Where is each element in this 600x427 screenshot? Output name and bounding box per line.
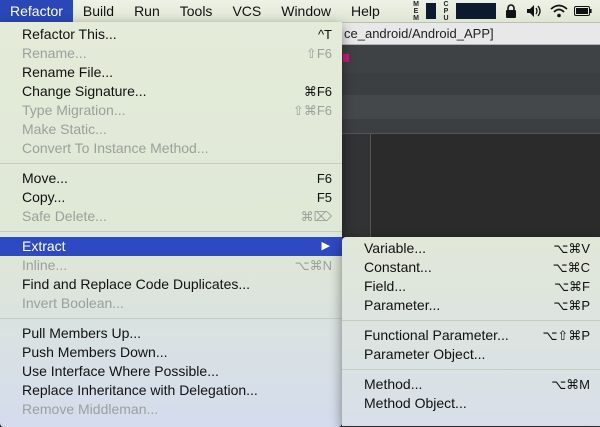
refactor-item-use-interface-where-possible[interactable]: Use Interface Where Possible... xyxy=(0,362,342,381)
refactor-menu: Refactor This... ^T Rename... ⇧F6 Rename Fil… xyxy=(0,22,342,427)
ide-window-title: ce_android/Android_APP] xyxy=(340,23,600,45)
extract-item-method[interactable]: Method... ⌥⌘M xyxy=(342,375,600,394)
menu-item-shortcut: ⌘⌦ xyxy=(300,209,332,224)
refactor-item-convert-to-instance-method: Convert To Instance Method... xyxy=(0,139,342,158)
menu-item-shortcut: ⌥⌘M xyxy=(551,377,590,392)
menu-item-label: Pull Members Up... xyxy=(22,325,142,341)
toolbar-icon[interactable] xyxy=(343,54,349,62)
status-area: MEM CPU xyxy=(412,0,600,22)
ide-breadcrumb-bar xyxy=(340,119,600,134)
menubar-refactor[interactable]: Refactor xyxy=(0,0,73,22)
menu-item-label: Use Interface Where Possible... xyxy=(22,363,219,379)
menubar-build[interactable]: Build xyxy=(73,0,124,22)
menu-item-label: Parameter... xyxy=(364,297,441,313)
refactor-item-inline: Inline... ⌥⌘N xyxy=(0,256,342,275)
menu-item-shortcut: ⌥⌘N xyxy=(294,258,332,273)
extract-item-method-object[interactable]: Method Object... xyxy=(342,394,600,413)
menu-item-shortcut: ⌥⌘V xyxy=(553,241,590,256)
menu-item-shortcut: ⌥⌘C xyxy=(552,260,590,275)
menu-item-shortcut: ⌥⌘F xyxy=(554,279,590,294)
submenu-arrow-icon: ▶ xyxy=(321,240,330,252)
lock-icon[interactable] xyxy=(502,2,520,20)
menu-item-shortcut: ⌥⇧⌘P xyxy=(542,328,590,343)
refactor-item-push-members-down[interactable]: Push Members Down... xyxy=(0,343,342,362)
refactor-item-copy[interactable]: Copy... F5 xyxy=(0,188,342,207)
menu-item-shortcut: F6 xyxy=(316,171,332,186)
refactor-item-find-and-replace-code-duplicates[interactable]: Find and Replace Code Duplicates... xyxy=(0,275,342,294)
menu-separator xyxy=(0,231,342,232)
menu-item-label: Safe Delete... xyxy=(22,208,107,224)
menubar-vcs[interactable]: VCS xyxy=(222,0,271,22)
menubar-tools[interactable]: Tools xyxy=(170,0,223,22)
mem-meter-label: MEM xyxy=(413,0,419,22)
menubar-window[interactable]: Window xyxy=(271,0,341,22)
refactor-item-change-signature[interactable]: Change Signature... ⌘F6 xyxy=(0,82,342,101)
menu-separator xyxy=(342,320,600,321)
menu-item-label: Rename File... xyxy=(22,64,114,80)
menubar-help[interactable]: Help xyxy=(341,0,390,22)
refactor-item-replace-inheritance-with-delegation[interactable]: Replace Inheritance with Delegation... xyxy=(0,381,342,400)
menu-item-label: Make Static... xyxy=(22,121,107,137)
menu-item-shortcut: ^T xyxy=(317,27,332,42)
menu-item-label: Functional Parameter... xyxy=(364,327,509,343)
menu-item-label: Convert To Instance Method... xyxy=(22,140,209,156)
menu-item-label: Move... xyxy=(22,170,68,186)
menubar-run[interactable]: Run xyxy=(124,0,170,22)
extract-item-parameter-object[interactable]: Parameter Object... xyxy=(342,345,600,364)
menu-item-shortcut: ⇧F6 xyxy=(305,46,332,61)
ide-toolbar xyxy=(340,45,600,74)
menu-item-label: Push Members Down... xyxy=(22,344,168,360)
menu-item-shortcut: ⌥⌘P xyxy=(553,298,590,313)
menu-item-label: Rename... xyxy=(22,45,87,61)
refactor-item-pull-members-up[interactable]: Pull Members Up... xyxy=(0,324,342,343)
menu-item-label: Copy... xyxy=(22,189,66,205)
refactor-item-rename: Rename... ⇧F6 xyxy=(0,44,342,63)
mem-meter-graph[interactable] xyxy=(426,3,436,19)
menu-item-label: Parameter Object... xyxy=(364,346,486,362)
wifi-icon[interactable] xyxy=(550,2,568,20)
menu-item-label: Invert Boolean... xyxy=(22,295,124,311)
refactor-item-remove-middleman: Remove Middleman... xyxy=(0,400,342,419)
cpu-meter-graph[interactable] xyxy=(456,3,496,19)
menu-item-shortcut: ⇧⌘F6 xyxy=(292,103,332,118)
menu-item-label: Refactor This... xyxy=(22,26,117,42)
menu-item-label: Type Migration... xyxy=(22,102,126,118)
battery-icon[interactable] xyxy=(574,2,592,20)
extract-submenu: Variable... ⌥⌘V Constant... ⌥⌘C Field... ⌥⌘F P… xyxy=(342,237,600,426)
refactor-item-safe-delete: Safe Delete... ⌘⌦ xyxy=(0,207,342,226)
refactor-item-invert-boolean: Invert Boolean... xyxy=(0,294,342,313)
menu-separator xyxy=(0,163,342,164)
refactor-item-move[interactable]: Move... F6 xyxy=(0,169,342,188)
menu-item-label: Method... xyxy=(364,376,423,392)
menu-item-shortcut: F5 xyxy=(316,190,332,205)
menu-item-label: Replace Inheritance with Delegation... xyxy=(22,382,258,398)
menu-item-label: Change Signature... xyxy=(22,83,147,99)
menu-item-label: Inline... xyxy=(22,257,68,273)
ide-tab-bar xyxy=(340,95,600,119)
menu-item-shortcut: ⌘F6 xyxy=(303,84,332,99)
menu-item-label: Constant... xyxy=(364,259,432,275)
menu-item-label: Remove Middleman... xyxy=(22,401,159,417)
extract-item-parameter[interactable]: Parameter... ⌥⌘P xyxy=(342,296,600,315)
menu-item-label: Method Object... xyxy=(364,395,467,411)
menubar: Refactor Build Run Tools VCS Window Help… xyxy=(0,0,600,23)
menu-separator xyxy=(0,318,342,319)
menu-item-label: Find and Replace Code Duplicates... xyxy=(22,276,251,292)
refactor-item-rename-file[interactable]: Rename File... xyxy=(0,63,342,82)
cpu-meter-label: CPU xyxy=(443,0,449,22)
extract-item-constant[interactable]: Constant... ⌥⌘C xyxy=(342,258,600,277)
menu-item-label: Field... xyxy=(364,278,407,294)
menu-item-label: Extract xyxy=(22,238,66,254)
extract-item-functional-parameter[interactable]: Functional Parameter... ⌥⇧⌘P xyxy=(342,326,600,345)
extract-item-variable[interactable]: Variable... ⌥⌘V xyxy=(342,239,600,258)
volume-icon[interactable] xyxy=(526,2,544,20)
refactor-item-extract[interactable]: Extract ▶ xyxy=(0,237,342,256)
refactor-item-refactor-this[interactable]: Refactor This... ^T xyxy=(0,25,342,44)
ide-navigation-bar xyxy=(340,73,600,96)
menu-separator xyxy=(342,369,600,370)
refactor-item-type-migration: Type Migration... ⇧⌘F6 xyxy=(0,101,342,120)
extract-item-field[interactable]: Field... ⌥⌘F xyxy=(342,277,600,296)
menu-item-label: Variable... xyxy=(364,240,426,256)
refactor-item-make-static: Make Static... xyxy=(0,120,342,139)
